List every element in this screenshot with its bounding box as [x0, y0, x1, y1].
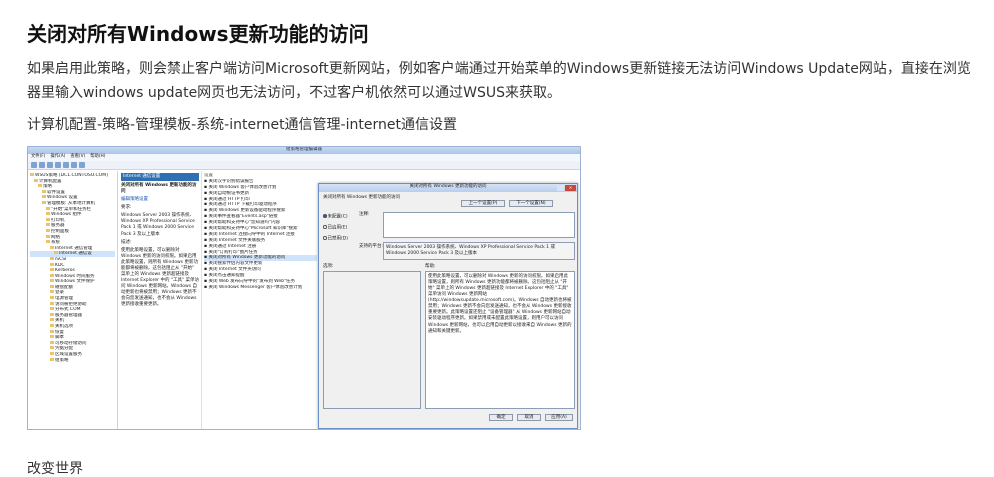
menu-item[interactable]: 查看(V)	[70, 154, 85, 159]
radio-icon	[323, 225, 327, 229]
policy-tree: WSUS策略 [DC1.CONTOSO.COM] 计算机配置 策略 软件设置 Windo…	[28, 171, 118, 429]
folder-icon	[46, 240, 50, 244]
toolbar	[28, 161, 580, 170]
next-setting-button[interactable]: 下一个设置(N)	[509, 200, 553, 207]
menubar: 文件(F) 操作(A) 查看(V) 帮助(H)	[28, 154, 580, 161]
radio-enabled[interactable]: 已启用(E)	[323, 225, 347, 231]
radio-icon	[323, 236, 327, 240]
folder-icon	[46, 228, 50, 232]
cancel-button[interactable]: 取消	[517, 414, 541, 421]
folder-icon	[30, 173, 34, 176]
folder-icon	[46, 212, 50, 216]
folder-icon	[50, 324, 54, 328]
folder-icon	[50, 279, 54, 283]
policy-path: 计算机配置-策略-管理模板-系统-internet通信管理-internet通信…	[27, 117, 457, 133]
radio-disabled[interactable]: 已禁用(D)	[323, 236, 348, 242]
footer-text: 改变世界	[27, 461, 83, 477]
dialog-title: 关闭对所有 Windows 更新功能的访问	[409, 184, 487, 189]
show-hide-icon[interactable]	[55, 162, 61, 168]
folder-icon	[50, 352, 54, 355]
folder-icon	[50, 312, 54, 316]
folder-icon	[50, 357, 54, 361]
folder-icon	[54, 251, 58, 255]
desc-req-label: 要求:	[121, 205, 132, 211]
menu-item[interactable]: 文件(F)	[31, 154, 45, 159]
setting-item[interactable]: ▪ 关闭 Windows Messenger 客户体验改善计划	[204, 285, 317, 291]
minimize-icon[interactable]	[557, 185, 564, 191]
radio-selected-icon	[323, 214, 327, 218]
folder-icon	[50, 268, 54, 272]
help-icon[interactable]	[71, 162, 77, 168]
folder-icon	[50, 296, 54, 300]
edit-policy-link[interactable]: 编辑策略设置	[121, 197, 199, 203]
folder-icon	[42, 189, 46, 193]
desc-header: Internet 通信设置	[121, 173, 199, 182]
folder-icon	[50, 290, 54, 294]
screenshot-figure: 组策略管理编辑器 文件(F) 操作(A) 查看(V) 帮助(H) WSUS策略 [DC…	[27, 146, 581, 430]
menu-item[interactable]: 帮助(H)	[90, 154, 105, 159]
folder-icon	[50, 273, 54, 277]
forward-icon[interactable]	[39, 162, 45, 168]
prev-setting-button[interactable]: 上一个设置(P)	[461, 200, 505, 207]
back-icon[interactable]	[31, 162, 37, 168]
folder-icon	[46, 223, 50, 227]
tree-item[interactable]: 组策略	[30, 357, 115, 364]
filter-icon[interactable]	[79, 162, 85, 168]
folder-icon	[42, 195, 46, 199]
folder-icon	[50, 307, 54, 311]
supported-text: Windows Server 2003 操作系统、Windows XP Prof…	[383, 242, 575, 260]
folder-icon	[46, 206, 50, 210]
window-titlebar: 组策略管理编辑器	[28, 147, 580, 154]
folder-icon	[50, 318, 54, 322]
supported-label: 支持的平台:	[359, 244, 384, 249]
radio-not-configured[interactable]: 未配置(C)	[323, 214, 348, 220]
options-pane	[323, 271, 421, 409]
up-icon[interactable]	[47, 162, 53, 168]
folder-icon	[50, 245, 54, 249]
desc-req: Windows Server 2003 操作系统、Windows XP Prof…	[121, 213, 195, 237]
folder-icon	[34, 178, 38, 182]
policy-dialog: 关闭对所有 Windows 更新功能的访问 ✕ 关闭对所有 Windows 更新…	[318, 183, 578, 429]
desc-body: 使用此策略设置，可以删除对 Windows 更新的访问权限。如果启用此策略设置，…	[121, 247, 199, 308]
folder-icon	[50, 335, 54, 339]
folder-icon	[46, 234, 50, 238]
help-text: 使用此策略设置，可以删除对 Windows 更新的访问权限。如果启用此策略设置，…	[425, 271, 575, 409]
folder-icon	[42, 200, 46, 204]
folder-icon	[50, 262, 54, 266]
folder-icon	[50, 256, 54, 260]
help-label: 帮助:	[425, 264, 436, 269]
article-title: 关闭对所有Windows更新功能的访问	[27, 22, 369, 46]
article-paragraph: 如果启用此策略，则会禁止客户端访问Microsoft更新网站，例如客户端通过开始…	[27, 61, 971, 101]
desc-title: 关闭对所有 Windows 更新功能的访问	[121, 183, 197, 195]
apply-button[interactable]: 应用(A)	[545, 414, 573, 421]
folder-icon	[50, 301, 54, 305]
close-icon[interactable]: ✕	[565, 185, 576, 191]
folder-icon	[38, 184, 42, 188]
ok-button[interactable]: 确定	[489, 414, 513, 421]
folder-icon	[50, 284, 54, 288]
folder-icon	[50, 346, 54, 350]
comment-label: 注释:	[359, 212, 370, 217]
comment-textarea[interactable]	[383, 212, 575, 238]
menu-item[interactable]: 操作(A)	[50, 154, 65, 159]
description-pane: Internet 通信设置 关闭对所有 Windows 更新功能的访问 编辑策略…	[119, 171, 201, 429]
folder-icon	[50, 329, 54, 333]
desc-label: 描述:	[121, 239, 132, 245]
export-icon[interactable]	[63, 162, 69, 168]
settings-list: 设置 ▪ 关闭汉字识别错误报告 ▪ 关闭 Windows 客户体验改善计划 ▪ 关闭…	[201, 171, 319, 429]
folder-icon	[50, 340, 54, 344]
options-label: 选项:	[323, 264, 334, 269]
dialog-header: 关闭对所有 Windows 更新功能的访问	[323, 195, 400, 200]
folder-icon	[46, 217, 50, 221]
